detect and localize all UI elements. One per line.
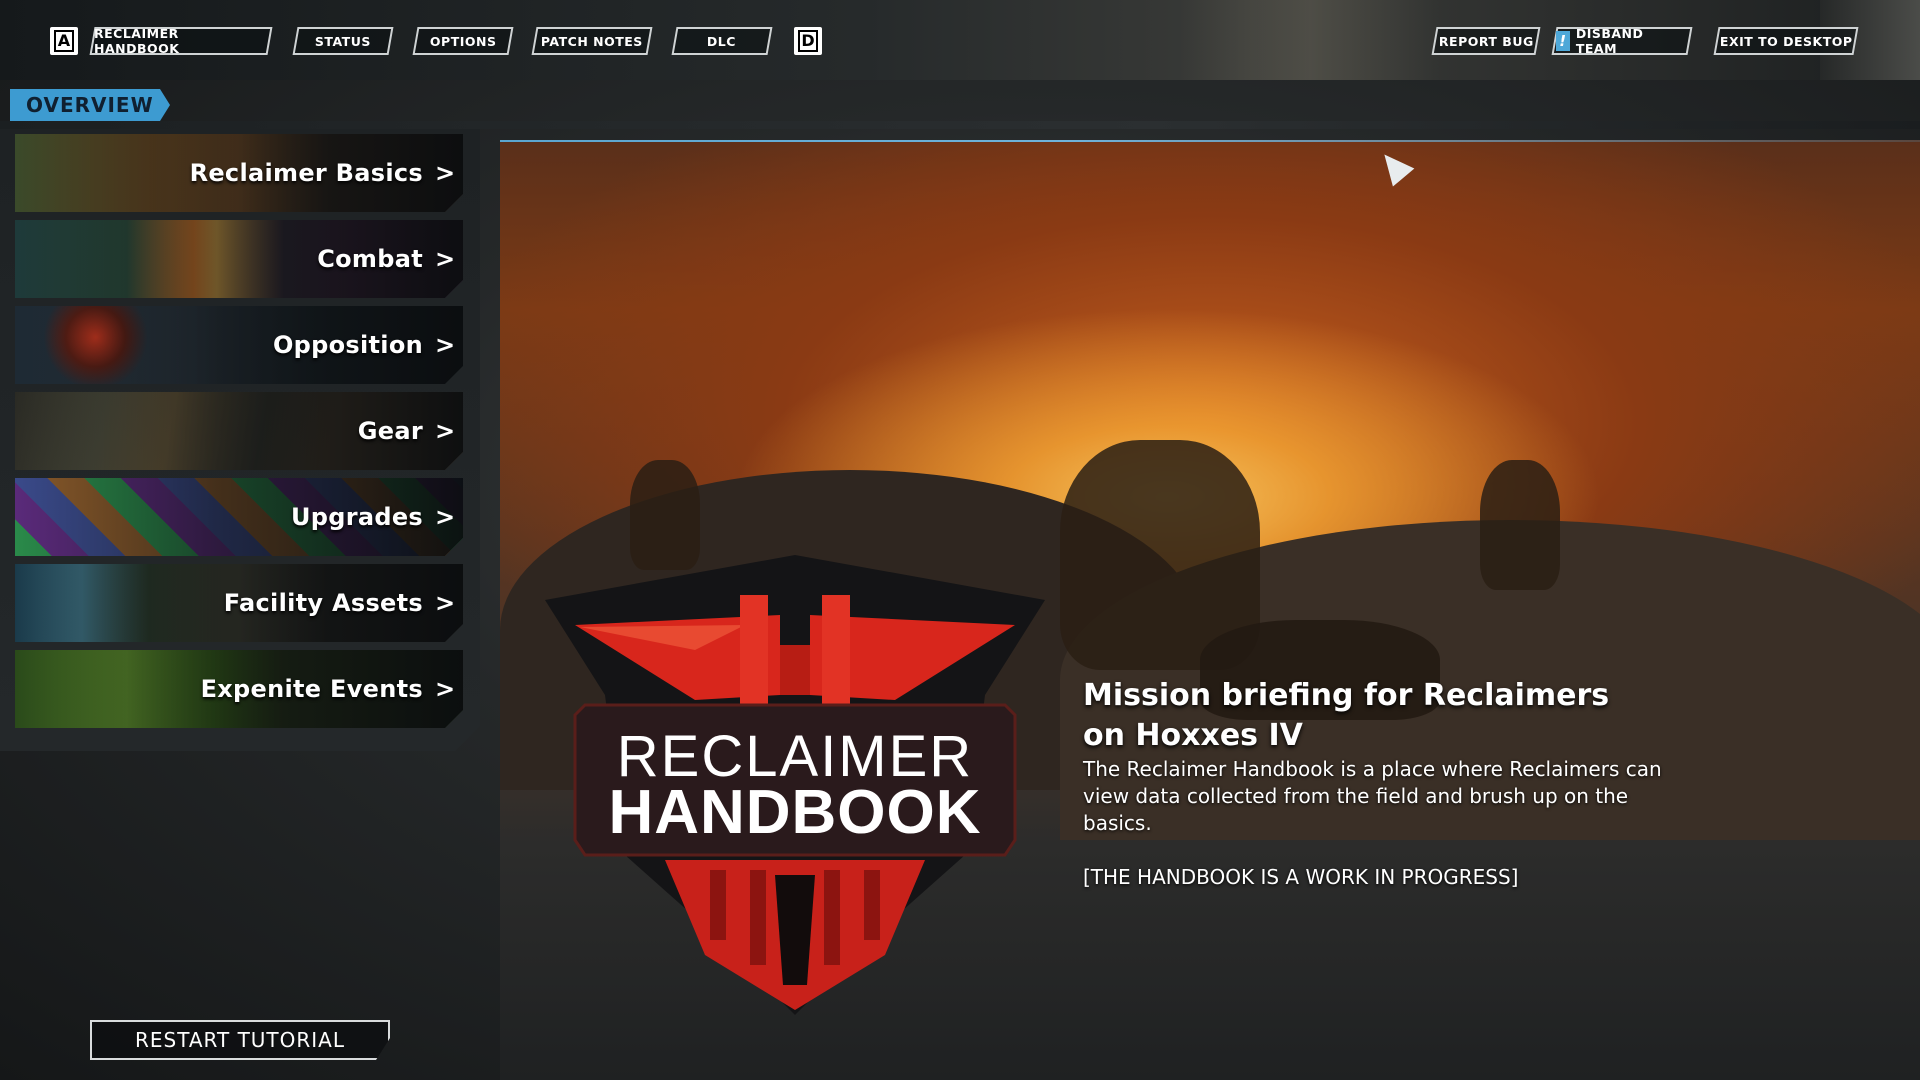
tab-reclaimer-handbook[interactable]: RECLAIMER HANDBOOK (89, 26, 273, 56)
category-label: Upgrades (290, 503, 423, 531)
chevron-right-icon: > (435, 245, 456, 273)
category-label: Facility Assets (223, 589, 423, 617)
work-in-progress-note: [THE HANDBOOK IS A WORK IN PROGRESS] (1083, 865, 1519, 889)
category-facility-assets[interactable]: Facility Assets > (15, 564, 463, 642)
emblem-title-line2: HANDBOOK (608, 778, 982, 847)
category-label: Expenite Events (200, 675, 423, 703)
reclaimer-handbook-emblem: RECLAIMER HANDBOOK (545, 555, 1045, 1015)
tab-options[interactable]: OPTIONS (412, 27, 514, 55)
restart-tutorial-button[interactable]: RESTART TUTORIAL (90, 1020, 390, 1060)
next-tab-key-icon: D (794, 27, 822, 55)
creature-silhouette (1480, 460, 1560, 590)
category-label: Opposition (272, 331, 423, 359)
tab-status[interactable]: STATUS (292, 27, 394, 55)
category-label: Gear (357, 417, 423, 445)
category-upgrades[interactable]: Upgrades > (15, 478, 463, 556)
chevron-right-icon: > (435, 417, 456, 445)
chevron-right-icon: > (435, 159, 456, 187)
divider (500, 140, 1920, 142)
tab-patch-notes[interactable]: PATCH NOTES (531, 27, 653, 55)
divider (0, 121, 1920, 129)
mission-title: Mission briefing for Reclaimers on Hoxxe… (1083, 678, 1610, 753)
chevron-right-icon: > (435, 331, 456, 359)
chevron-right-icon: > (435, 503, 456, 531)
background-decoration (1180, 0, 1440, 80)
category-opposition[interactable]: Opposition > (15, 306, 463, 384)
overview-tab[interactable]: OVERVIEW (10, 89, 170, 121)
report-bug-button[interactable]: REPORT BUG (1431, 27, 1541, 55)
creature-silhouette (630, 460, 700, 570)
chevron-right-icon: > (435, 589, 456, 617)
disband-team-button[interactable]: ! DISBAND TEAM (1551, 26, 1693, 56)
category-reclaimer-basics[interactable]: Reclaimer Basics > (15, 134, 463, 212)
category-label: Combat (317, 245, 423, 273)
mission-description: The Reclaimer Handbook is a place where … (1083, 757, 1662, 835)
previous-tab-key-icon: A (50, 27, 78, 55)
tab-dlc[interactable]: DLC (671, 27, 773, 55)
category-expenite-events[interactable]: Expenite Events > (15, 650, 463, 728)
category-gear[interactable]: Gear > (15, 392, 463, 470)
category-combat[interactable]: Combat > (15, 220, 463, 298)
alert-icon: ! (1556, 31, 1570, 51)
category-label: Reclaimer Basics (189, 159, 423, 187)
chevron-right-icon: > (435, 675, 456, 703)
exit-to-desktop-button[interactable]: EXIT TO DESKTOP (1713, 27, 1859, 55)
